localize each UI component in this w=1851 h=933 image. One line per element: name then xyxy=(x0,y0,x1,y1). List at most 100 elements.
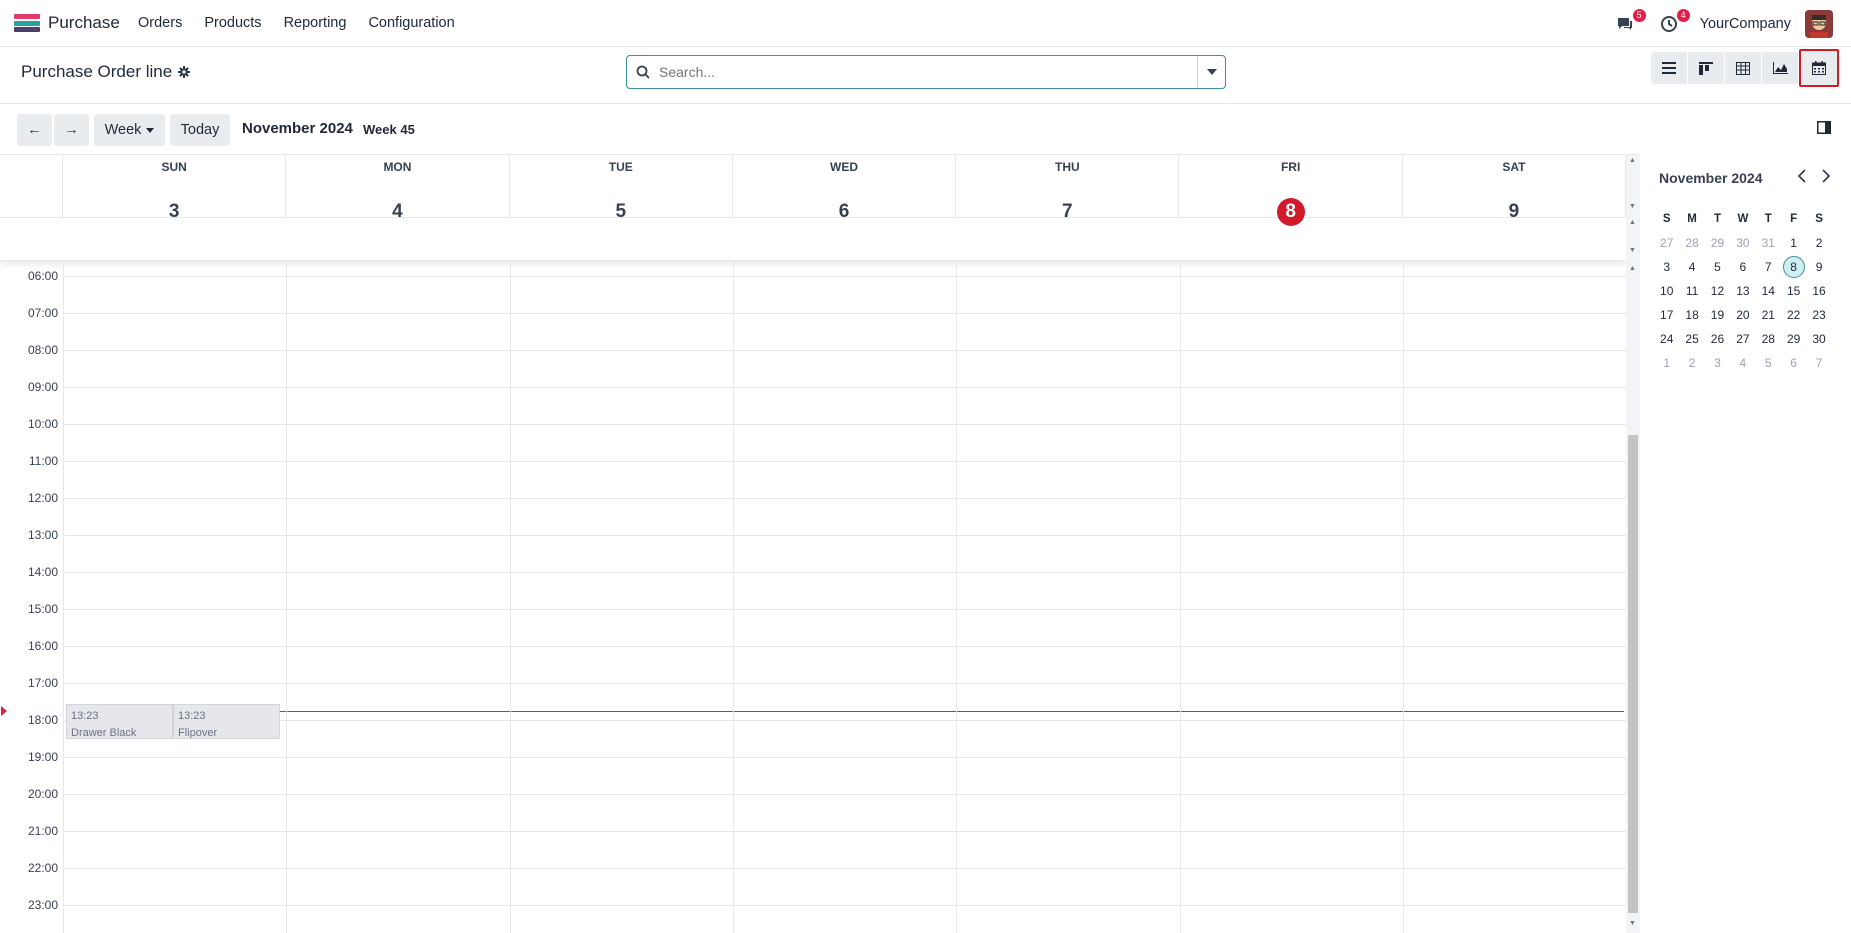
hour-gridline xyxy=(63,831,1626,832)
hour-label: 23:00 xyxy=(27,898,58,912)
mini-calendar-day[interactable]: 6 xyxy=(1781,351,1806,375)
mini-calendar-day[interactable]: 30 xyxy=(1730,231,1755,255)
previous-button[interactable]: ← xyxy=(17,114,52,146)
mini-calendar-day[interactable]: 31 xyxy=(1756,231,1781,255)
search-options-toggle[interactable] xyxy=(1197,56,1225,88)
mini-calendar-day[interactable]: 20 xyxy=(1730,303,1755,327)
mini-calendar-day[interactable]: 21 xyxy=(1756,303,1781,327)
scroll-down-icon[interactable]: ▼ xyxy=(1629,203,1636,210)
search-input[interactable] xyxy=(659,57,1197,87)
mini-calendar-day[interactable]: 16 xyxy=(1806,279,1831,303)
hour-gridline xyxy=(63,498,1626,499)
mini-calendar-day[interactable]: 23 xyxy=(1806,303,1831,327)
next-button[interactable]: → xyxy=(54,114,89,146)
mini-calendar-day[interactable]: 17 xyxy=(1654,303,1679,327)
mini-calendar-day[interactable]: 5 xyxy=(1705,255,1730,279)
mini-calendar-day[interactable]: 26 xyxy=(1705,327,1730,351)
hour-label: 14:00 xyxy=(27,565,58,579)
mini-calendar-day[interactable]: 25 xyxy=(1679,327,1704,351)
day-name: TUE xyxy=(608,160,633,174)
mini-calendar-day[interactable]: 8 xyxy=(1781,255,1806,279)
scale-dropdown[interactable]: Week xyxy=(94,114,165,146)
mini-calendar-day[interactable]: 4 xyxy=(1679,255,1704,279)
mini-calendar-day[interactable]: 5 xyxy=(1756,351,1781,375)
hour-label: 22:00 xyxy=(27,861,58,875)
scroll-up-icon[interactable]: ▲ xyxy=(1629,265,1636,272)
scroll-up-icon[interactable]: ▲ xyxy=(1629,219,1636,226)
mini-calendar-day[interactable]: 15 xyxy=(1781,279,1806,303)
mini-calendar-day[interactable]: 30 xyxy=(1806,327,1831,351)
mini-prev-button[interactable] xyxy=(1797,169,1807,186)
mini-calendar-day[interactable]: 14 xyxy=(1756,279,1781,303)
user-avatar[interactable] xyxy=(1805,10,1833,38)
mini-calendar-day[interactable]: 24 xyxy=(1654,327,1679,351)
sidebar-toggle-button[interactable] xyxy=(1817,121,1831,139)
day-column-divider xyxy=(509,261,511,933)
day-column-divider xyxy=(286,261,288,933)
activities-button[interactable]: 4 xyxy=(1656,9,1690,37)
graph-view-button[interactable] xyxy=(1762,52,1799,84)
mini-calendar-day[interactable]: 29 xyxy=(1705,231,1730,255)
mini-calendar-day[interactable]: 28 xyxy=(1756,327,1781,351)
mini-calendar-day[interactable]: 22 xyxy=(1781,303,1806,327)
mini-calendar-day[interactable]: 2 xyxy=(1806,231,1831,255)
app-logo-icon[interactable] xyxy=(14,14,40,34)
mini-calendar-day[interactable]: 4 xyxy=(1730,351,1755,375)
mini-calendar-day[interactable]: 9 xyxy=(1806,255,1831,279)
menu-reporting[interactable]: Reporting xyxy=(284,15,347,31)
list-view-button[interactable] xyxy=(1651,52,1688,84)
mini-calendar-day[interactable]: 28 xyxy=(1679,231,1704,255)
mini-calendar-day[interactable]: 2 xyxy=(1679,351,1704,375)
mini-calendar-day[interactable]: 7 xyxy=(1756,255,1781,279)
company-switcher[interactable]: YourCompany xyxy=(1700,16,1791,32)
messages-button[interactable]: 5 xyxy=(1612,9,1646,37)
mini-calendar-day[interactable]: 18 xyxy=(1679,303,1704,327)
calendar-view-button[interactable] xyxy=(1799,49,1839,87)
mini-calendar-day[interactable]: 12 xyxy=(1705,279,1730,303)
mini-calendar-day[interactable]: 3 xyxy=(1654,255,1679,279)
day-number: 3 xyxy=(168,201,180,222)
scroll-thumb[interactable] xyxy=(1628,435,1638,913)
mini-calendar-day[interactable]: 29 xyxy=(1781,327,1806,351)
time-gutter-header xyxy=(0,155,63,217)
mini-calendar-day[interactable]: 7 xyxy=(1806,351,1831,375)
menu-orders[interactable]: Orders xyxy=(138,15,182,31)
menu-products[interactable]: Products xyxy=(204,15,261,31)
calendar-event[interactable]: 13:23 Flipover xyxy=(173,704,280,739)
mini-calendar-day[interactable]: 1 xyxy=(1654,351,1679,375)
hour-gridline xyxy=(63,683,1626,684)
mini-calendar-day[interactable]: 11 xyxy=(1679,279,1704,303)
current-time-marker-icon xyxy=(1,706,7,716)
mini-calendar-day[interactable]: 27 xyxy=(1654,231,1679,255)
grid-scrollbar[interactable]: ▲ ▼ ▲ ▼ ▲ ▼ xyxy=(1626,155,1640,933)
mini-calendar-day[interactable]: 10 xyxy=(1654,279,1679,303)
scroll-down-icon[interactable]: ▼ xyxy=(1629,247,1636,254)
view-switcher xyxy=(1651,49,1839,87)
day-header-thu: THU 7 xyxy=(956,155,1180,222)
kanban-view-button[interactable] xyxy=(1688,52,1725,84)
hour-label: 09:00 xyxy=(27,380,58,394)
mini-calendar-day[interactable]: 3 xyxy=(1705,351,1730,375)
calendar-event[interactable]: 13:23 Drawer Black xyxy=(66,704,173,739)
day-name: SUN xyxy=(161,160,187,174)
menu-configuration[interactable]: Configuration xyxy=(368,15,454,31)
app-name[interactable]: Purchase xyxy=(48,13,120,33)
caret-down-icon xyxy=(146,127,155,133)
day-number: 7 xyxy=(1062,201,1073,222)
mini-calendar-day[interactable]: 13 xyxy=(1730,279,1755,303)
day-name: FRI xyxy=(1280,160,1301,174)
scroll-up-icon[interactable]: ▲ xyxy=(1629,157,1636,164)
calendar-icon xyxy=(1812,61,1826,75)
hour-label: 17:00 xyxy=(27,676,58,690)
mini-next-button[interactable] xyxy=(1821,169,1831,186)
mini-calendar-day[interactable]: 1 xyxy=(1781,231,1806,255)
today-button[interactable]: Today xyxy=(170,114,230,146)
mini-calendar-day[interactable]: 27 xyxy=(1730,327,1755,351)
pivot-view-button[interactable] xyxy=(1725,52,1762,84)
scroll-down-icon[interactable]: ▼ xyxy=(1629,920,1636,927)
mini-calendar-day[interactable]: 6 xyxy=(1730,255,1755,279)
hour-gridline xyxy=(63,535,1626,536)
gear-icon[interactable] xyxy=(178,66,191,78)
mini-calendar-day[interactable]: 19 xyxy=(1705,303,1730,327)
day-number: 9 xyxy=(1508,201,1520,222)
